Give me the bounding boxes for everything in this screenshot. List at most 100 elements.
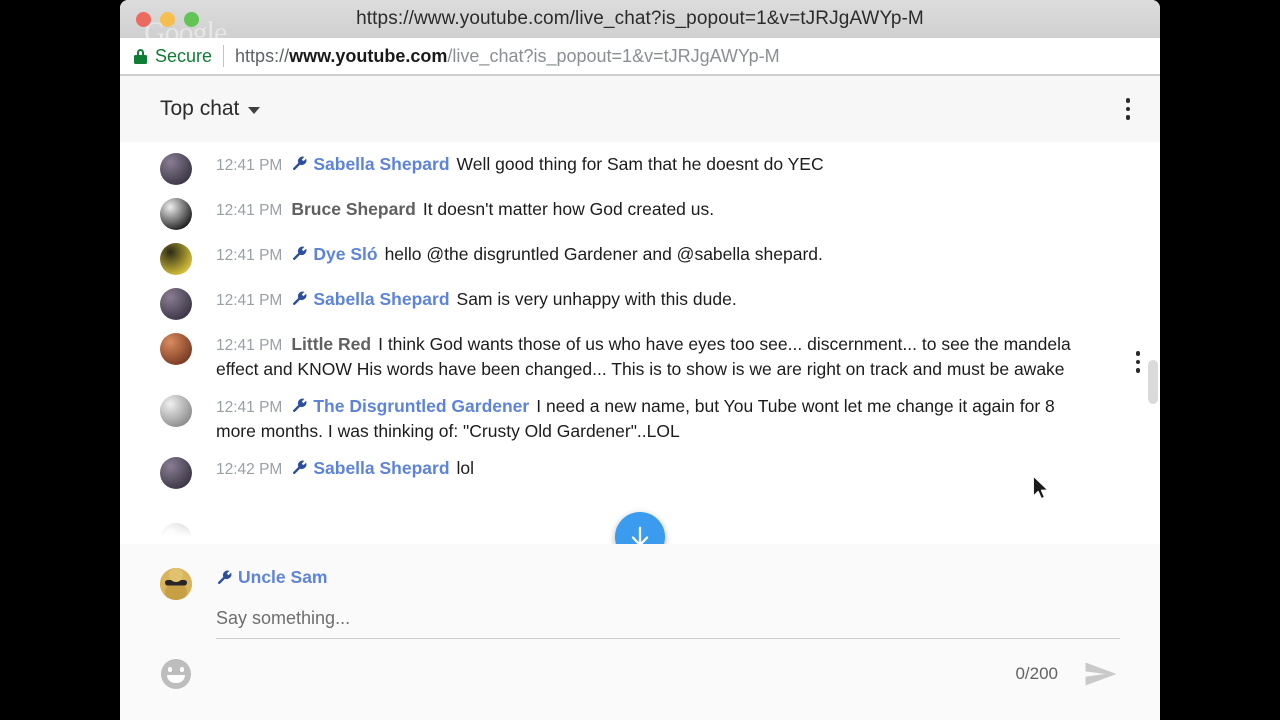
top-chat-label: Top chat (160, 97, 240, 120)
minimize-window-button[interactable] (160, 11, 175, 27)
chat-message-list[interactable]: 12:41 PM Sabella Shepard Well good thing f… (120, 142, 1160, 544)
avatar[interactable] (160, 243, 192, 275)
chat-message[interactable]: 12:41 PM Sabella Shepard Sam is very unhap… (120, 281, 1160, 326)
avatar[interactable] (160, 456, 192, 489)
composer-bottom-row: 0/200 (160, 659, 1120, 689)
message-author[interactable]: Sabella Shepard (313, 154, 449, 174)
security-status-label: Secure (155, 45, 213, 66)
message-text: lol (456, 457, 475, 478)
message-body: 12:41 PM Sabella Shepard Well good thing f… (216, 152, 824, 177)
message-author[interactable]: Dye Sló (313, 244, 377, 264)
chat-message[interactable]: 12:41 PM Sabella Shepard Well good thing f… (120, 146, 1160, 191)
maximize-window-button[interactable] (184, 11, 199, 27)
message-body: 12:42 PM Sabella Shepard lol (216, 456, 474, 481)
message-author[interactable]: Sabella Shepard (313, 458, 449, 478)
url-host: www.youtube.com (289, 45, 448, 66)
chat-message-input[interactable] (216, 598, 1120, 639)
moderator-wrench-icon (293, 398, 307, 412)
message-text: hello @the disgruntled Gardener and @sab… (384, 244, 823, 264)
message-timestamp: 12:41 PM (216, 247, 283, 264)
browser-window: Google https://www.youtube.com/live_chat… (120, 0, 1160, 720)
chat-message[interactable]: 12:42 PM Sabella Shepard lol (120, 450, 1160, 495)
arrow-down-icon (631, 526, 649, 544)
message-overflow-menu-button[interactable] (1132, 347, 1145, 377)
chat-message[interactable]: 12:41 PM Dye Sló hello @the disgruntled Ga… (120, 236, 1160, 281)
vertical-scrollbar-thumb[interactable] (1148, 360, 1158, 404)
avatar[interactable] (160, 288, 192, 320)
window-traffic-lights (136, 0, 199, 38)
message-body: 12:41 PM Bruce Shepard It doesn't matter h… (216, 197, 714, 222)
chat-message[interactable]: 12:41 PM Bruce Shepard It doesn't matter h… (120, 191, 1160, 236)
address-bar-divider (223, 45, 225, 67)
message-text: It doesn't matter how God created us. (422, 199, 715, 219)
message-timestamp: 12:42 PM (216, 460, 283, 478)
chat-message[interactable]: 12:41 PM Little Red I think God wants thos… (120, 326, 1160, 388)
kebab-dot (1135, 359, 1140, 364)
messages-container: 12:41 PM Sabella Shepard Well good thing f… (120, 146, 1160, 495)
emoji-eye (180, 667, 184, 672)
window-title-bar: Google https://www.youtube.com/live_chat… (120, 0, 1160, 49)
moderator-wrench-icon (293, 291, 307, 306)
composer-top-row: Uncle Sam (160, 566, 1120, 639)
moderator-wrench-icon (217, 570, 232, 584)
scroll-to-bottom-button[interactable] (615, 512, 665, 544)
message-timestamp: 12:41 PM (216, 398, 283, 416)
message-author[interactable]: The Disgruntled Gardener (313, 396, 529, 416)
composer-avatar[interactable] (160, 568, 192, 600)
message-text: Sam is very unhappy with this dude. (456, 289, 737, 309)
emoji-eye (168, 667, 172, 672)
message-timestamp: 12:41 PM (216, 157, 283, 174)
character-counter: 0/200 (1015, 664, 1058, 683)
moderator-wrench-icon (293, 156, 307, 171)
send-arrow-icon (1085, 662, 1117, 686)
message-timestamp: 12:41 PM (216, 337, 283, 354)
avatar[interactable] (160, 198, 192, 230)
top-chat-selector[interactable]: Top chat (160, 97, 261, 121)
chat-overflow-menu-button[interactable] (1122, 94, 1135, 124)
kebab-dot (1125, 106, 1130, 112)
message-body (216, 522, 232, 544)
kebab-dot (1135, 368, 1140, 373)
url-path: /live_chat?is_popout=1&v=tJRJgAWYp-M (447, 45, 780, 66)
moderator-wrench-icon (293, 246, 307, 261)
avatar[interactable] (160, 523, 192, 544)
message-author[interactable]: Little Red (291, 334, 371, 354)
message-body: 12:41 PM The Disgruntled Gardener I need a… (216, 394, 1096, 444)
composer-author-name[interactable]: Uncle Sam (238, 567, 327, 588)
avatar-image (160, 288, 192, 320)
emoji-picker-button[interactable] (161, 659, 191, 689)
close-window-button[interactable] (136, 11, 151, 27)
chat-message[interactable]: 12:41 PM The Disgruntled Gardener I need a… (120, 388, 1160, 450)
avatar[interactable] (160, 153, 192, 185)
message-body: 12:41 PM Little Red I think God wants thos… (216, 332, 1096, 382)
address-bar[interactable]: Secure https://www.youtube.com/live_chat… (120, 38, 1160, 76)
window-title: https://www.youtube.com/live_chat?is_pop… (356, 8, 924, 29)
avatar-image (160, 523, 192, 544)
screen: Google https://www.youtube.com/live_chat… (0, 0, 1280, 720)
message-timestamp: 12:41 PM (216, 292, 283, 309)
composer-author-line: Uncle Sam (216, 566, 1120, 588)
message-timestamp: 12:41 PM (216, 202, 283, 219)
moderator-wrench-icon (293, 460, 307, 474)
message-body: 12:41 PM Sabella Shepard Sam is very unhap… (216, 287, 737, 312)
vertical-scrollbar-track[interactable] (1146, 142, 1160, 544)
composer-fields: Uncle Sam (216, 566, 1120, 639)
send-message-button[interactable] (1084, 661, 1120, 687)
avatar-image (160, 153, 192, 185)
avatar[interactable] (160, 333, 192, 365)
avatar-image (160, 333, 192, 365)
live-chat-page: Top chat 12:41 PM Sabella Shepard Well goo… (120, 76, 1160, 720)
chat-composer: Uncle Sam 0/200 (120, 544, 1160, 720)
message-author[interactable]: Bruce Shepard (291, 199, 415, 219)
chevron-down-icon (248, 107, 261, 114)
avatar-image (160, 198, 192, 230)
avatar-image (160, 568, 192, 600)
kebab-dot (1125, 98, 1130, 103)
avatar[interactable] (160, 394, 192, 427)
url-scheme: https:// (235, 45, 290, 66)
avatar-image (160, 243, 192, 275)
message-author[interactable]: Sabella Shepard (313, 289, 449, 309)
url-text[interactable]: https://www.youtube.com/live_chat?is_pop… (235, 46, 780, 67)
avatar-image (160, 394, 192, 427)
kebab-dot (1125, 115, 1130, 120)
